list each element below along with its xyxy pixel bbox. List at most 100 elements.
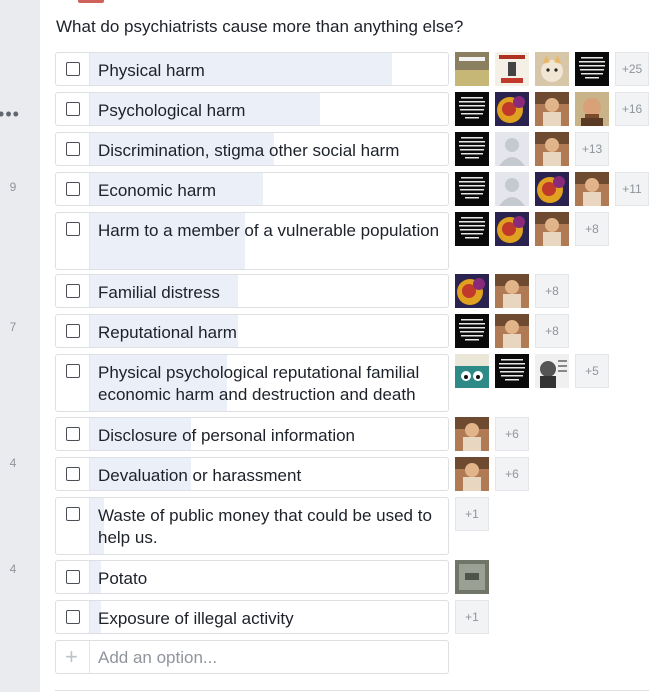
divider bbox=[89, 561, 90, 593]
poll-option[interactable]: Disclosure of personal information bbox=[55, 417, 449, 451]
gutter-number: 4 bbox=[9, 456, 17, 470]
poster-avatar-icon bbox=[78, 0, 104, 3]
option-checkbox[interactable] bbox=[66, 284, 80, 298]
poll-option[interactable]: Physical harm bbox=[55, 52, 449, 86]
option-checkbox[interactable] bbox=[66, 222, 80, 236]
option-label: Harm to a member of a vulnerable populat… bbox=[98, 221, 440, 240]
divider bbox=[89, 315, 90, 347]
voter-avatar[interactable] bbox=[455, 132, 489, 166]
option-label: Familial distress bbox=[98, 283, 220, 302]
voter-avatar[interactable] bbox=[535, 132, 569, 166]
voter-avatar[interactable] bbox=[575, 172, 609, 206]
voter-avatar[interactable] bbox=[535, 52, 569, 86]
option-label: Reputational harm bbox=[98, 323, 237, 342]
voter-avatar[interactable] bbox=[495, 212, 529, 246]
option-label: Psychological harm bbox=[98, 101, 246, 120]
poll-option[interactable]: Harm to a member of a vulnerable populat… bbox=[55, 212, 449, 270]
gutter-number: 9 bbox=[9, 180, 17, 194]
option-label: Physical psychological reputational fami… bbox=[98, 363, 420, 404]
voter-avatar[interactable] bbox=[455, 314, 489, 348]
more-voters-count[interactable]: +8 bbox=[575, 212, 609, 246]
poll-option[interactable]: Devaluation or harassment bbox=[55, 457, 449, 491]
option-label: Potato bbox=[98, 569, 148, 588]
divider bbox=[55, 690, 649, 691]
more-voters-count[interactable]: +11 bbox=[615, 172, 649, 206]
poll-option[interactable]: Waste of public money that could be used… bbox=[55, 497, 449, 555]
poll-option[interactable]: Discrimination, stigma other social harm bbox=[55, 132, 449, 166]
poll-option[interactable]: Economic harm bbox=[55, 172, 449, 206]
more-voters-count[interactable]: +25 bbox=[615, 52, 649, 86]
more-options-icon[interactable]: ••• bbox=[0, 104, 22, 130]
option-checkbox[interactable] bbox=[66, 467, 80, 481]
divider bbox=[89, 601, 90, 633]
poll-option[interactable]: Familial distress bbox=[55, 274, 449, 308]
divider bbox=[89, 213, 90, 269]
voter-avatar[interactable] bbox=[495, 172, 529, 206]
voter-avatar[interactable] bbox=[495, 132, 529, 166]
more-voters-count[interactable]: +13 bbox=[575, 132, 609, 166]
voter-avatar[interactable] bbox=[495, 274, 529, 308]
voter-avatar[interactable] bbox=[495, 354, 529, 388]
option-checkbox[interactable] bbox=[66, 324, 80, 338]
voter-avatar[interactable] bbox=[575, 92, 609, 126]
option-label: Disclosure of personal information bbox=[98, 426, 356, 445]
poll-option[interactable]: Psychological harm bbox=[55, 92, 449, 126]
divider bbox=[89, 275, 90, 307]
poll-option[interactable]: Exposure of illegal activity bbox=[55, 600, 449, 634]
option-checkbox[interactable] bbox=[66, 570, 80, 584]
voter-avatar[interactable] bbox=[455, 212, 489, 246]
voter-avatar[interactable] bbox=[535, 92, 569, 126]
voter-avatar[interactable] bbox=[455, 92, 489, 126]
option-checkbox[interactable] bbox=[66, 364, 80, 378]
option-checkbox[interactable] bbox=[66, 182, 80, 196]
divider bbox=[89, 93, 90, 125]
voter-avatar[interactable] bbox=[535, 354, 569, 388]
voter-avatar[interactable] bbox=[495, 314, 529, 348]
divider bbox=[89, 133, 90, 165]
option-checkbox[interactable] bbox=[66, 62, 80, 76]
divider bbox=[89, 641, 90, 673]
poll-option[interactable]: Potato bbox=[55, 560, 449, 594]
voter-avatar[interactable] bbox=[575, 52, 609, 86]
more-voters-count[interactable]: +1 bbox=[455, 600, 489, 634]
more-voters-count[interactable]: +1 bbox=[455, 497, 489, 531]
more-voters-count[interactable]: +8 bbox=[535, 314, 569, 348]
plus-icon: + bbox=[65, 644, 78, 669]
gutter-number: 7 bbox=[9, 320, 17, 334]
add-option-placeholder: Add an option... bbox=[98, 648, 218, 667]
voter-avatar[interactable] bbox=[455, 172, 489, 206]
voter-avatar[interactable] bbox=[535, 172, 569, 206]
divider bbox=[89, 355, 90, 411]
more-voters-count[interactable]: +6 bbox=[495, 457, 529, 491]
divider bbox=[89, 458, 90, 490]
poll-option[interactable]: Reputational harm bbox=[55, 314, 449, 348]
voter-avatar[interactable] bbox=[455, 457, 489, 491]
voter-avatar[interactable] bbox=[535, 212, 569, 246]
voter-avatar[interactable] bbox=[455, 354, 489, 388]
option-label: Physical harm bbox=[98, 61, 205, 80]
divider bbox=[89, 53, 90, 85]
option-checkbox[interactable] bbox=[66, 427, 80, 441]
poll-question: What do psychiatrists cause more than an… bbox=[56, 17, 464, 36]
option-label: Devaluation or harassment bbox=[98, 466, 302, 485]
voter-avatar[interactable] bbox=[455, 560, 489, 594]
add-option-field[interactable]: + Add an option... bbox=[55, 640, 449, 674]
more-voters-count[interactable]: +8 bbox=[535, 274, 569, 308]
option-label: Discrimination, stigma other social harm bbox=[98, 141, 400, 160]
poll-option[interactable]: Physical psychological reputational fami… bbox=[55, 354, 449, 412]
option-checkbox[interactable] bbox=[66, 507, 80, 521]
more-voters-count[interactable]: +5 bbox=[575, 354, 609, 388]
divider bbox=[89, 498, 90, 554]
voter-avatar[interactable] bbox=[455, 52, 489, 86]
option-checkbox[interactable] bbox=[66, 142, 80, 156]
voter-avatar[interactable] bbox=[495, 52, 529, 86]
option-label: Waste of public money that could be used… bbox=[98, 506, 432, 547]
option-label: Exposure of illegal activity bbox=[98, 609, 294, 628]
voter-avatar[interactable] bbox=[455, 417, 489, 451]
more-voters-count[interactable]: +6 bbox=[495, 417, 529, 451]
voter-avatar[interactable] bbox=[455, 274, 489, 308]
option-checkbox[interactable] bbox=[66, 102, 80, 116]
voter-avatar[interactable] bbox=[495, 92, 529, 126]
option-checkbox[interactable] bbox=[66, 610, 80, 624]
more-voters-count[interactable]: +16 bbox=[615, 92, 649, 126]
